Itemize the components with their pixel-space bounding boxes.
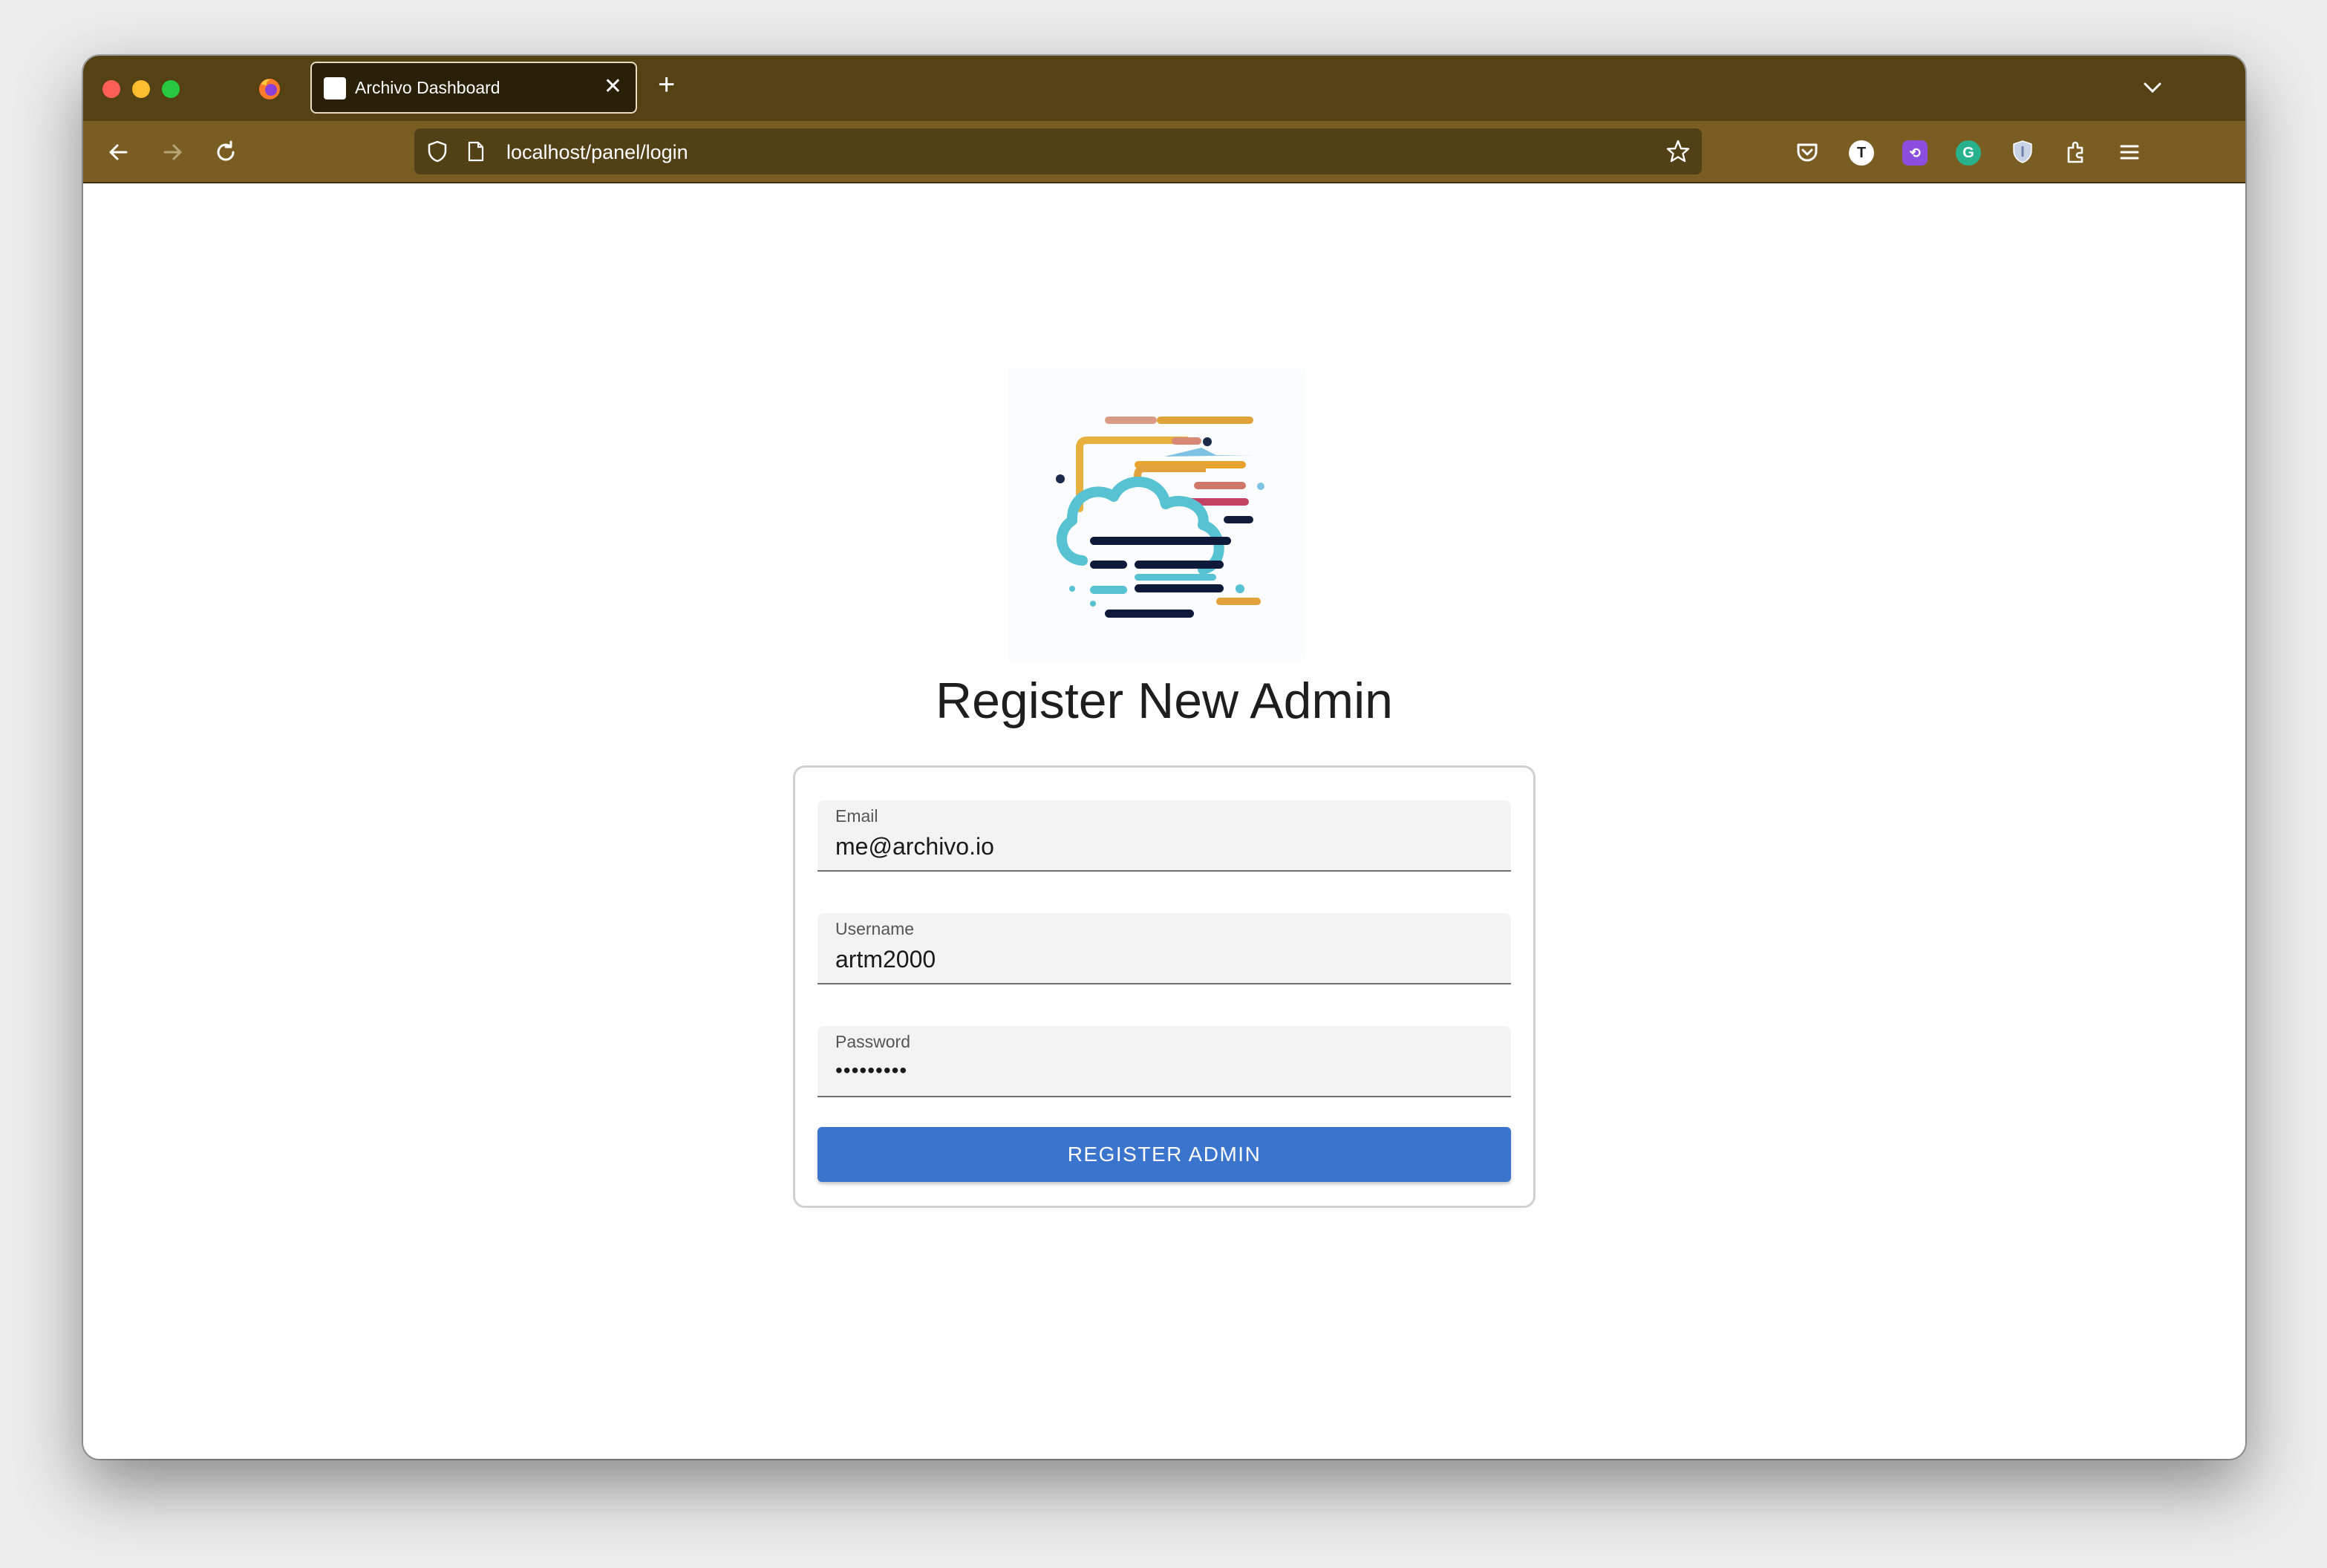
tracking-shield-icon[interactable]: [425, 139, 450, 164]
list-tabs-chevron-icon[interactable]: [2141, 76, 2164, 99]
password-field[interactable]: Password: [817, 1026, 1511, 1097]
firefox-icon[interactable]: [257, 76, 282, 102]
forward-arrow-icon[interactable]: [157, 137, 187, 167]
bookmark-star-icon[interactable]: [1665, 138, 1691, 165]
navigation-bar: localhost/panel/login T ⟲ G: [83, 121, 2245, 183]
password-input[interactable]: [835, 1059, 1489, 1082]
privacy-shield-icon[interactable]: [2008, 137, 2037, 167]
menu-icon[interactable]: [2115, 137, 2144, 167]
extension-t-icon[interactable]: T: [1849, 140, 1874, 166]
new-tab-button[interactable]: +: [658, 66, 675, 103]
browser-window: Archivo Dashboard ✕ + localhost/panel/lo…: [83, 56, 2245, 1459]
tab-favicon-icon: [324, 77, 346, 99]
extension-purple-icon[interactable]: ⟲: [1902, 140, 1928, 166]
page-content: Register New Admin Email Username Passwo…: [83, 183, 2245, 1459]
archivo-logo: [1008, 368, 1305, 662]
register-admin-button[interactable]: REGISTER ADMIN: [817, 1127, 1511, 1182]
close-window-button[interactable]: [102, 80, 120, 98]
pocket-icon[interactable]: [1792, 137, 1822, 167]
extensions-puzzle-icon[interactable]: [2061, 137, 2091, 167]
username-field[interactable]: Username: [817, 913, 1511, 984]
maximize-window-button[interactable]: [162, 80, 180, 98]
back-arrow-icon[interactable]: [104, 137, 134, 167]
reload-icon[interactable]: [211, 137, 241, 167]
username-label: Username: [835, 919, 915, 938]
grammarly-icon[interactable]: G: [1956, 140, 1981, 166]
url-bar[interactable]: localhost/panel/login: [414, 128, 1702, 174]
username-input[interactable]: [835, 946, 1489, 973]
tab-title: Archivo Dashboard: [355, 78, 500, 97]
page-info-icon[interactable]: [466, 140, 486, 163]
page-title: Register New Admin: [935, 673, 1394, 729]
register-admin-form: Email Username Password REGISTER ADMIN: [793, 765, 1535, 1208]
tab-close-icon[interactable]: ✕: [604, 74, 622, 100]
email-input[interactable]: [835, 833, 1489, 860]
email-field[interactable]: Email: [817, 800, 1511, 872]
minimize-window-button[interactable]: [132, 80, 150, 98]
password-label: Password: [835, 1032, 910, 1051]
email-label: Email: [835, 806, 878, 826]
tab-bar: Archivo Dashboard ✕ +: [83, 56, 2245, 121]
tab-archivo-dashboard[interactable]: Archivo Dashboard ✕: [310, 62, 637, 114]
url-text[interactable]: localhost/panel/login: [506, 141, 688, 164]
